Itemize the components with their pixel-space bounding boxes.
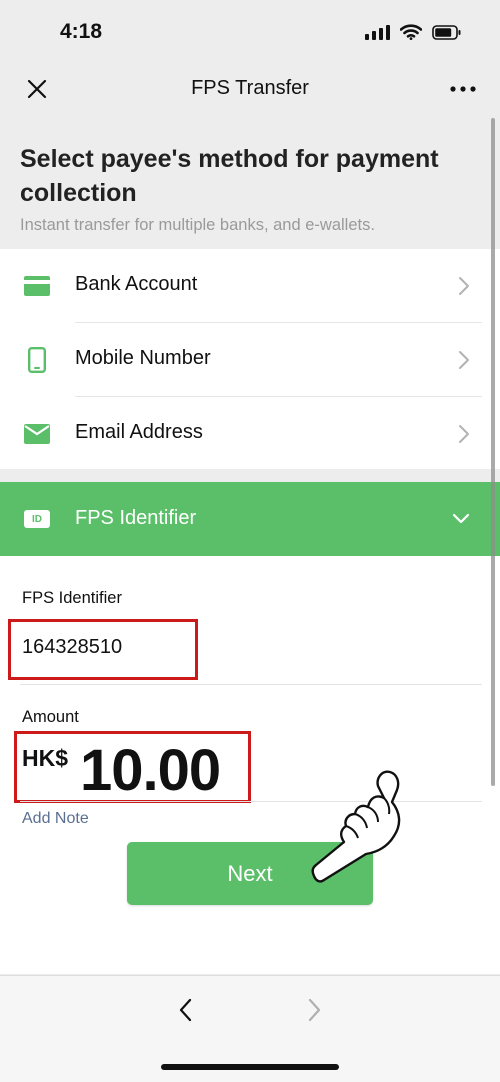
cellular-signal-icon [365, 24, 390, 40]
method-label: Email Address [75, 421, 203, 443]
add-note-link[interactable]: Add Note [22, 810, 89, 828]
wifi-icon [400, 24, 422, 40]
fps-identifier-label: FPS Identifier [22, 589, 122, 607]
status-time: 4:18 [60, 20, 103, 43]
chevron-right-icon [459, 351, 469, 369]
bottom-toolbar [0, 975, 500, 1082]
method-item-email-address[interactable]: Email Address [0, 397, 500, 470]
more-dots-icon [450, 86, 476, 92]
divider [20, 684, 482, 685]
method-item-fps-identifier[interactable]: ID FPS Identifier [0, 482, 500, 556]
section-subtitle: Instant transfer for multiple banks, and… [20, 216, 375, 234]
battery-icon [432, 24, 461, 40]
chevron-right-icon [459, 277, 469, 295]
envelope-icon [24, 421, 50, 447]
method-label: Mobile Number [75, 347, 211, 369]
chevron-down-icon [452, 513, 470, 524]
forward-arrow-icon[interactable] [302, 996, 326, 1024]
more-options-button[interactable] [446, 72, 480, 106]
payment-method-list: Bank Account Mobile Number Email Address [0, 249, 500, 469]
phone-icon [24, 347, 50, 373]
page-title: FPS Transfer [191, 77, 309, 99]
card-icon [24, 273, 50, 299]
pointing-hand-icon [311, 770, 401, 883]
method-label: FPS Identifier [75, 507, 197, 529]
status-icons [365, 24, 462, 40]
divider [20, 801, 482, 802]
highlight-box-identifier [8, 619, 198, 680]
section-heading: Select payee's method for payment collec… [20, 145, 439, 207]
method-label: Bank Account [75, 273, 198, 295]
chevron-right-icon [459, 425, 469, 443]
highlight-box-amount [14, 731, 251, 803]
method-item-bank-account[interactable]: Bank Account [0, 249, 500, 322]
method-item-mobile-number[interactable]: Mobile Number [0, 323, 500, 396]
home-indicator [161, 1064, 339, 1070]
amount-label: Amount [22, 708, 79, 726]
id-icon: ID [24, 510, 50, 528]
scrollbar[interactable] [491, 118, 495, 786]
back-arrow-icon[interactable] [174, 996, 198, 1024]
